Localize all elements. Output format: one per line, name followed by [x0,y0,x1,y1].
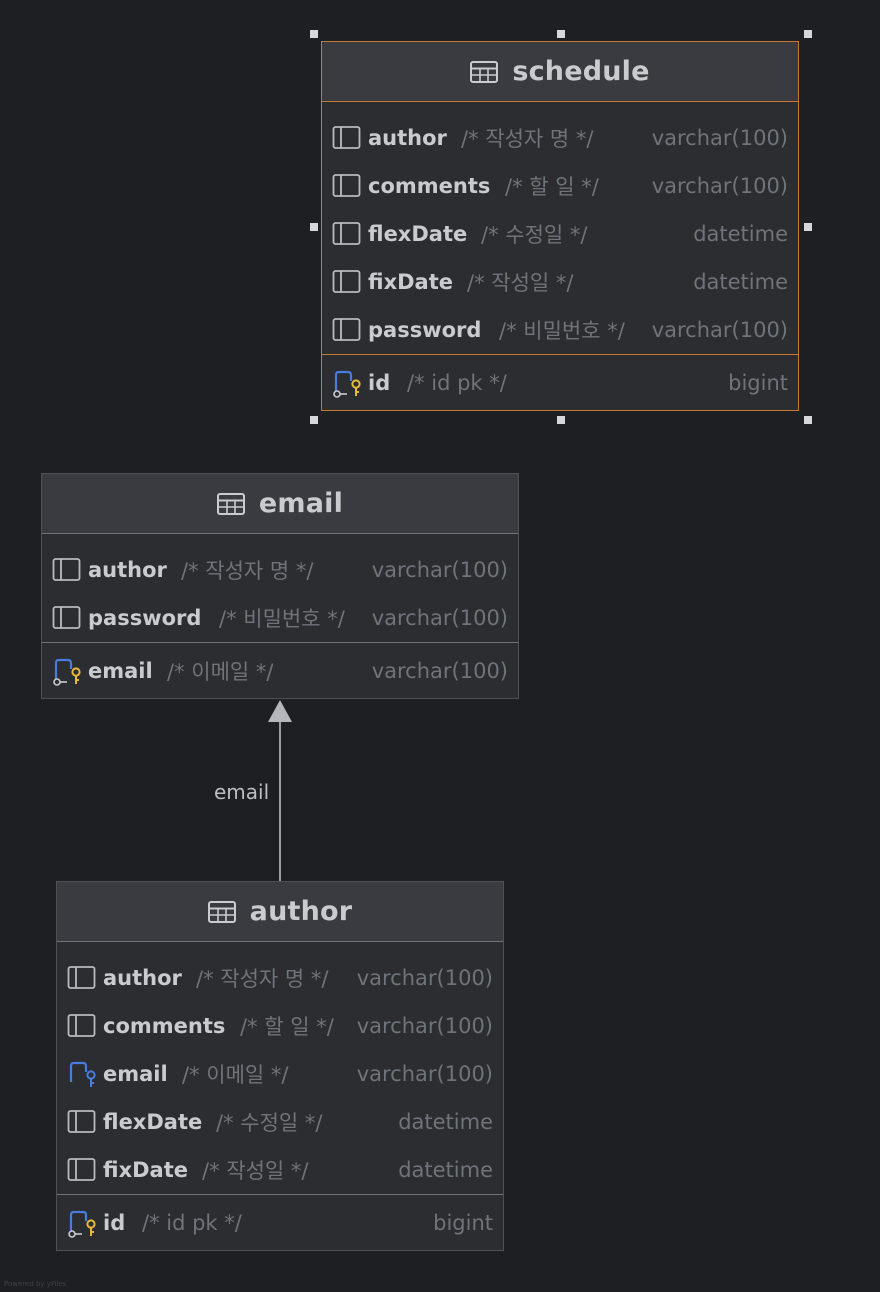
relation-connector[interactable] [0,0,880,1292]
diagram-canvas[interactable]: schedule author/* 작성자 명 */varchar(100) co… [0,0,880,1292]
footer-credit: Powered by yFiles [4,1280,67,1288]
relation-arrowhead [268,700,292,722]
relation-label: email [214,780,270,804]
